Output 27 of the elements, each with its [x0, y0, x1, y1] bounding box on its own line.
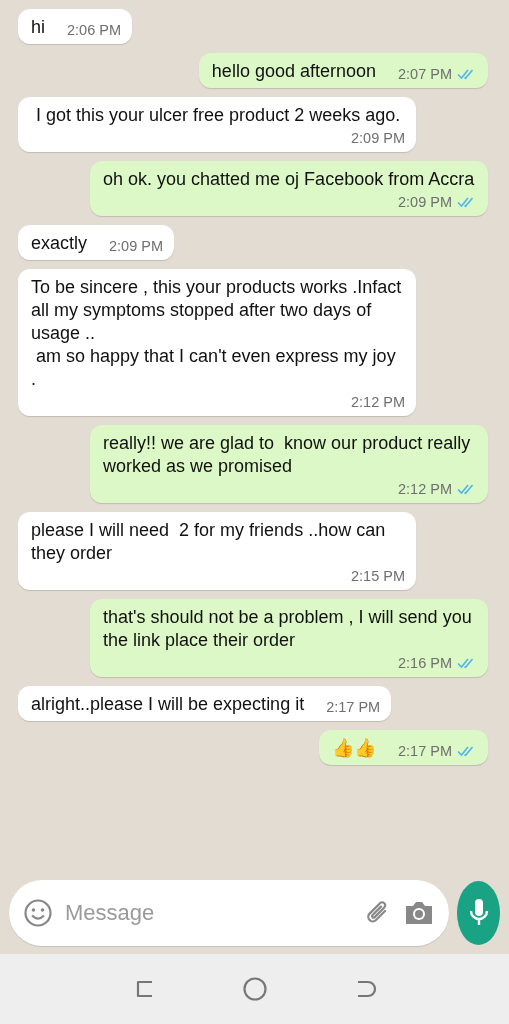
message-text: exactly	[31, 232, 88, 255]
message-text: I got this your ulcer free product 2 weeks ago.	[35, 104, 401, 127]
message-time: 2:17 PM	[398, 742, 452, 760]
message-time: 2:12 PM	[351, 393, 405, 411]
message-field[interactable]: Message	[9, 880, 449, 946]
message-time: 2:06 PM	[67, 21, 121, 39]
message-time: 2:09 PM	[398, 193, 452, 211]
message-text: oh ok. you chatted me oj Facebook from Accra	[103, 168, 475, 191]
home-icon[interactable]	[241, 976, 268, 1002]
message-time: 2:12 PM	[398, 480, 452, 498]
message-text: that's should not be a problem , I will send you the link place their order	[103, 606, 473, 652]
message-text: really!! we are glad to know our product really worked as we promised	[103, 432, 472, 478]
camera-icon[interactable]	[403, 899, 435, 927]
message-time: 2:09 PM	[351, 129, 405, 147]
message-time: 2:07 PM	[398, 65, 452, 83]
message-text: please I will need 2 for my friends ..how can they order	[31, 519, 387, 565]
message-input[interactable]: Message	[65, 898, 353, 928]
message-text: alright..please I will be expecting it	[31, 693, 305, 716]
message-text: hello good afternoon	[211, 60, 376, 83]
message-time: 2:16 PM	[398, 654, 452, 672]
message-text: hi	[31, 16, 45, 39]
message-text: 👍👍	[332, 737, 376, 760]
emoji-icon[interactable]	[23, 898, 53, 928]
message-text: To be sincere , this your products works .Infact all my symptoms stopped after two days of usage .. am so happy that I can't even express my joy .	[31, 276, 403, 391]
message-time: 2:15 PM	[351, 567, 405, 585]
message-time: 2:17 PM	[326, 698, 381, 716]
message-time: 2:09 PM	[109, 237, 164, 255]
